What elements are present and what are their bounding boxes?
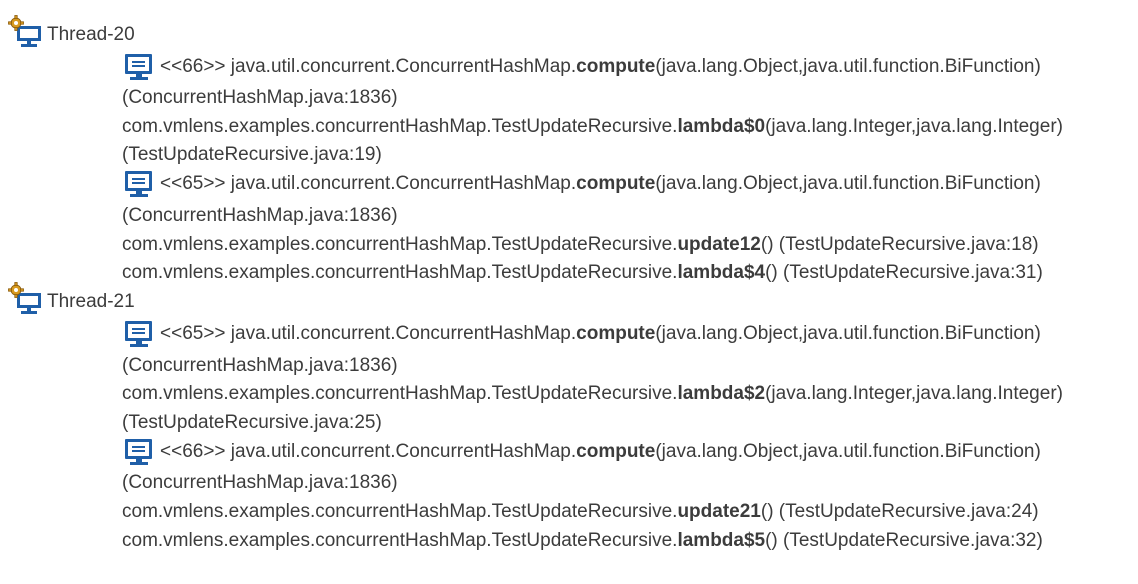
frame-signature: <<65>> java.util.concurrent.ConcurrentHa… xyxy=(160,323,1041,344)
thread-name: Thread-20 xyxy=(47,24,135,45)
monitor-id: <<66>> xyxy=(160,56,226,77)
monitor-icon xyxy=(125,171,152,197)
call-frame-row: com.vmlens.examples.concurrentHashMap.Te… xyxy=(122,501,1039,522)
method-name: compute xyxy=(576,323,656,344)
frame-location: (ConcurrentHashMap.java:1836) xyxy=(122,205,398,226)
frame-location: (ConcurrentHashMap.java:1836) xyxy=(122,355,398,376)
method-name: update21 xyxy=(677,501,761,522)
method-name: compute xyxy=(576,56,656,77)
thread-name: Thread-21 xyxy=(47,291,135,312)
frame-location: (ConcurrentHashMap.java:1836) xyxy=(122,472,398,493)
call-frame-row: com.vmlens.examples.concurrentHashMap.Te… xyxy=(122,116,1063,137)
method-name: update12 xyxy=(677,234,761,255)
call-frame-row: com.vmlens.examples.concurrentHashMap.Te… xyxy=(122,383,1063,404)
method-name: lambda$4 xyxy=(677,262,766,283)
method-name: lambda$5 xyxy=(677,530,766,551)
monitor-id: <<66>> xyxy=(160,441,226,462)
monitor-id: <<65>> xyxy=(160,173,226,194)
thread-dump-tree: Thread-20 <<66>> java.util.concurrent.Co… xyxy=(0,0,1138,584)
frame-location: (ConcurrentHashMap.java:1836) xyxy=(122,87,398,108)
monitor-id: <<65>> xyxy=(160,323,226,344)
call-frame-row: com.vmlens.examples.concurrentHashMap.Te… xyxy=(122,234,1039,255)
frame-signature: <<66>> java.util.concurrent.ConcurrentHa… xyxy=(160,441,1041,462)
frame-signature: <<65>> java.util.concurrent.ConcurrentHa… xyxy=(160,173,1041,194)
call-frame-location: (TestUpdateRecursive.java:25) xyxy=(122,412,382,433)
call-frame-row: com.vmlens.examples.concurrentHashMap.Te… xyxy=(122,262,1043,283)
monitor-icon xyxy=(125,54,152,80)
thread-gear-monitor-icon xyxy=(8,15,41,47)
method-name: lambda$2 xyxy=(677,383,766,404)
monitor-icon xyxy=(125,439,152,465)
thread-gear-monitor-icon xyxy=(8,282,41,314)
call-frame-location: (TestUpdateRecursive.java:19) xyxy=(122,144,382,165)
method-name: lambda$0 xyxy=(677,116,766,137)
method-name: compute xyxy=(576,173,656,194)
method-name: compute xyxy=(576,441,656,462)
frame-signature: <<66>> java.util.concurrent.ConcurrentHa… xyxy=(160,56,1041,77)
monitor-icon xyxy=(125,321,152,347)
call-frame-row: com.vmlens.examples.concurrentHashMap.Te… xyxy=(122,530,1043,551)
